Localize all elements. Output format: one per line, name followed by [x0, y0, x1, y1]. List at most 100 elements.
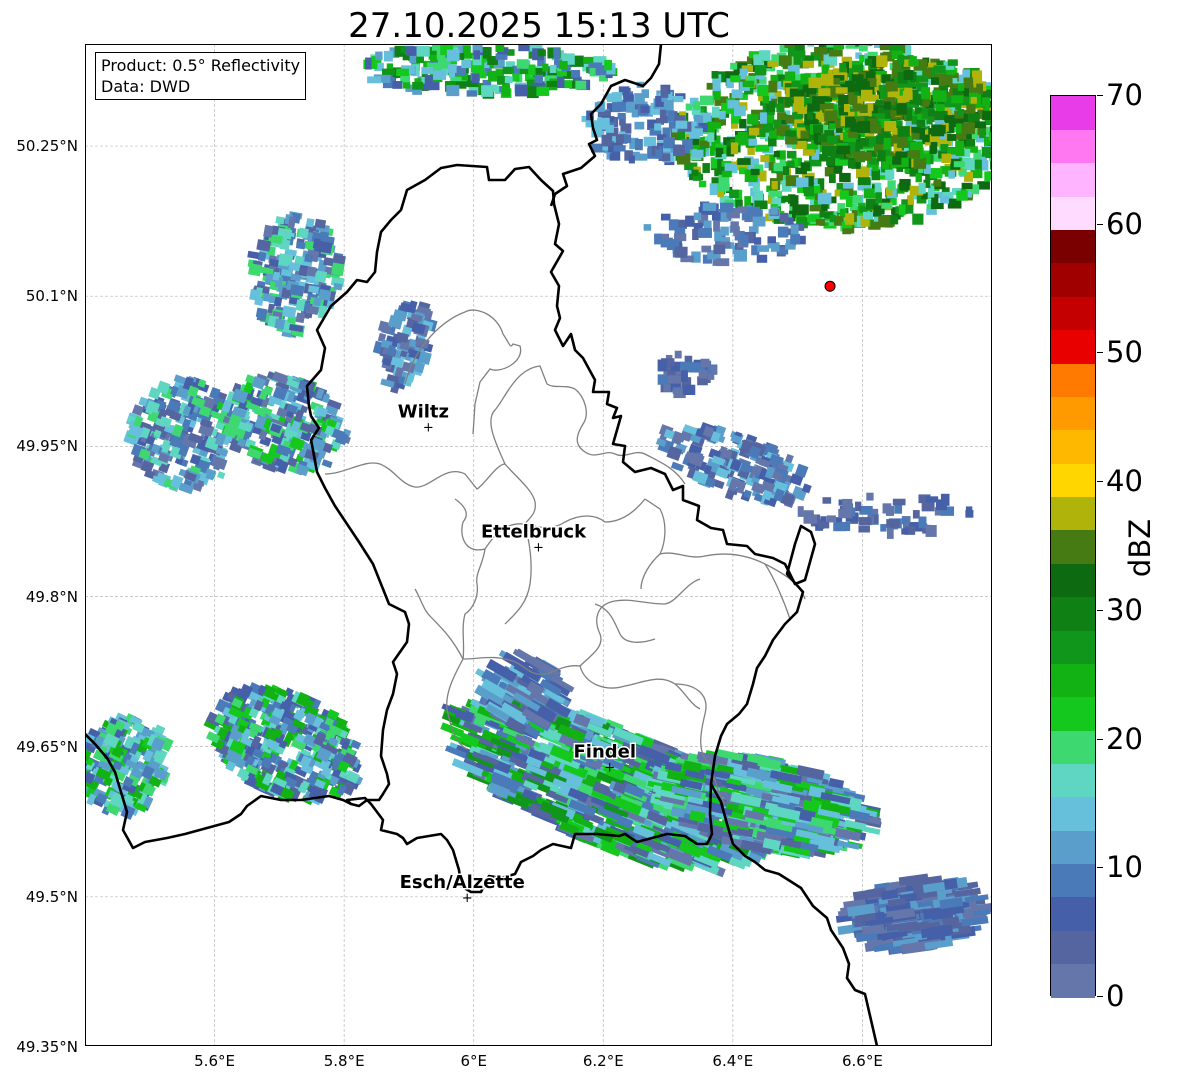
- echo-pixel: [914, 75, 929, 82]
- echo-pixel: [907, 195, 914, 206]
- echo-pixel: [741, 213, 752, 221]
- echo-pixel: [771, 242, 780, 252]
- colorbar-segment: [1051, 730, 1095, 764]
- echo-pixel: [693, 101, 701, 110]
- echo-pixel: [898, 55, 905, 65]
- echo-pixel: [680, 370, 688, 382]
- echo-pixel: [833, 522, 847, 532]
- echo-pixel: [447, 64, 457, 73]
- echo-pixel: [933, 124, 946, 134]
- echo-pixel: [862, 211, 874, 220]
- echo-pixel: [971, 70, 983, 82]
- echo-pixel: [818, 88, 831, 96]
- echo-pixel: [821, 66, 829, 74]
- echo-pixel: [536, 86, 550, 96]
- echo-pixel: [910, 141, 923, 152]
- echo-pixel: [768, 130, 778, 139]
- echo-pixel: [684, 355, 693, 363]
- echo-pixel: [886, 519, 900, 528]
- echo-pixel: [635, 138, 643, 151]
- echo-pixel: [677, 130, 686, 140]
- echo-pixel: [878, 215, 887, 228]
- echo-pixel: [951, 95, 964, 104]
- echo-pixel: [857, 121, 871, 133]
- echo-pixel: [720, 202, 734, 213]
- colorbar-segment: [1051, 529, 1095, 564]
- echo-pixel: [734, 106, 746, 117]
- echo-pixel: [904, 87, 913, 96]
- echo-pixel: [901, 517, 909, 525]
- echo-pixel: [814, 185, 821, 194]
- echo-pixel: [306, 266, 317, 277]
- colorbar-tick: [1097, 867, 1103, 869]
- colorbar-segment: [1051, 262, 1095, 297]
- echo-pixel: [715, 147, 724, 155]
- echo-pixel: [446, 49, 460, 62]
- echo-pixel: [549, 64, 557, 73]
- echo-pixel: [953, 161, 966, 168]
- echo-pixel: [771, 181, 778, 190]
- data-source-label: Data: DWD: [101, 77, 191, 96]
- echo-pixel: [836, 145, 851, 155]
- colorbar-tick-label: 10: [1106, 850, 1143, 885]
- echo-pixel: [777, 112, 786, 121]
- product-info-box: Product: 0.5° Reflectivity Data: DWD: [95, 52, 307, 100]
- echo-pixel: [824, 110, 838, 122]
- echo-pixel: [778, 55, 791, 66]
- latitude-tick-label: 49.65°N: [16, 737, 78, 756]
- echo-pixel: [874, 182, 882, 194]
- echo-pixel: [546, 80, 559, 88]
- echo-pixel: [818, 521, 830, 529]
- echo-pixel: [557, 76, 565, 89]
- colorbar-segment: [1051, 963, 1095, 998]
- colorbar-segment: [1051, 830, 1095, 865]
- radar-map[interactable]: + Wiltz + Ettelbruck + Findel + Esch/Alzette: [85, 44, 992, 1046]
- echo-pixel: [792, 103, 803, 112]
- longitude-tick-label: 5.8°E: [323, 1052, 365, 1070]
- echo-pixel: [623, 93, 634, 103]
- colorbar-segment: [1051, 96, 1095, 130]
- echo-pixel: [957, 108, 964, 117]
- echo-pixel: [897, 95, 907, 103]
- echo-pixel: [731, 89, 743, 99]
- echo-pixel: [667, 375, 682, 384]
- echo-pixel: [956, 190, 968, 201]
- echo-pixel: [965, 506, 973, 518]
- echo-pixel: [716, 183, 730, 192]
- echo-pixel: [939, 195, 950, 204]
- echo-pixel: [446, 85, 460, 97]
- echo-pixel: [304, 253, 313, 263]
- echo-pixel: [674, 350, 682, 359]
- echo-pixel: [667, 110, 675, 122]
- echo-pixel: [416, 45, 430, 57]
- city-label: Findel: [573, 742, 636, 763]
- radar-map-canvas[interactable]: +Wiltz+Ettelbruck+Findel+Esch/Alzette: [85, 44, 992, 1046]
- echo-pixel: [563, 80, 573, 89]
- echo-pixel: [660, 375, 669, 385]
- echo-pixel: [794, 205, 803, 216]
- echo-pixel: [868, 125, 882, 134]
- echo-pixel: [896, 103, 907, 115]
- colorbar-tick: [1097, 481, 1103, 483]
- echo-pixel: [760, 155, 770, 163]
- echo-pixel: [759, 112, 767, 124]
- echo-pixel: [884, 120, 897, 132]
- echo-pixel: [922, 98, 929, 107]
- echo-pixel: [721, 170, 732, 178]
- echo-pixel: [711, 71, 719, 79]
- echo-pixel: [501, 84, 510, 97]
- echo-pixel: [970, 96, 977, 104]
- echo-pixel: [729, 189, 739, 199]
- echo-pixel: [365, 59, 372, 70]
- echo-pixel: [295, 312, 306, 324]
- echo-pixel: [930, 77, 939, 85]
- echo-pixel: [634, 121, 645, 130]
- echo-pixel: [913, 157, 927, 169]
- echo-pixel: [883, 101, 892, 110]
- echo-pixel: [880, 524, 887, 532]
- echo-pixel: [828, 173, 836, 184]
- echo-pixel: [784, 71, 796, 81]
- echo-pixel: [512, 73, 520, 82]
- echo-pixel: [858, 44, 868, 52]
- latitude-tick-label: 49.95°N: [16, 437, 78, 456]
